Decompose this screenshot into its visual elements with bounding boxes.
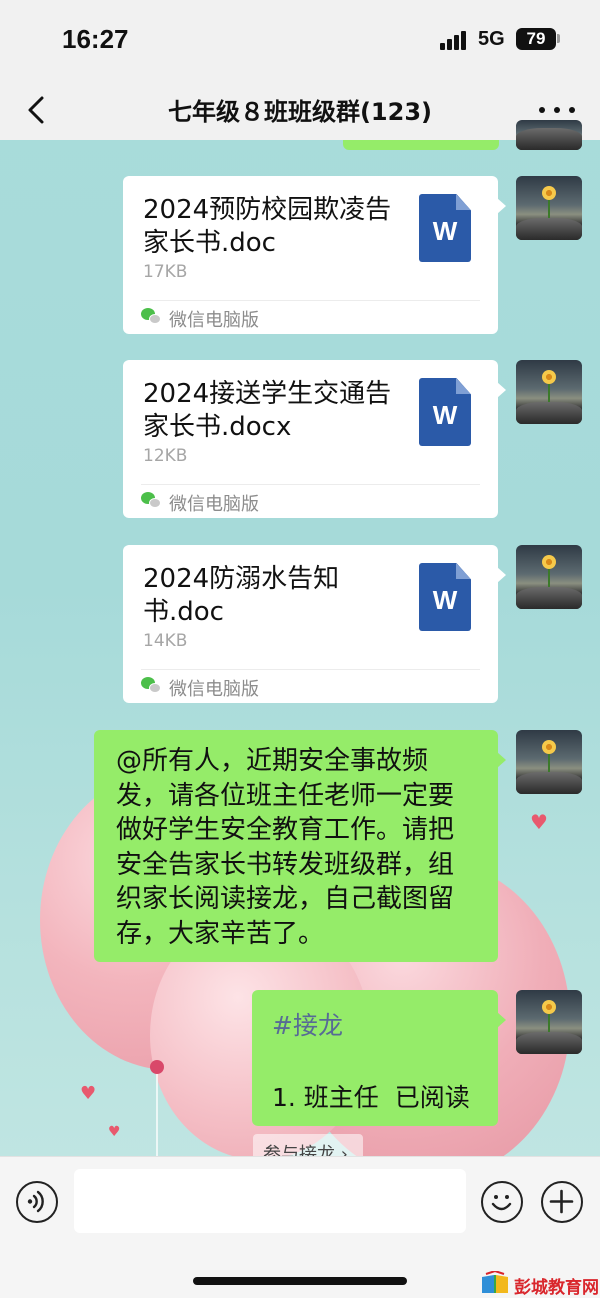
heart-icon: ♥ [530,810,548,834]
chat-header: 七年级８班班级群(123) [0,80,600,140]
avatar[interactable] [516,990,582,1054]
chat-title: 七年级８班班级群(123) [167,98,433,126]
heart-icon: ♥ [108,1124,121,1140]
home-indicator [193,1277,407,1285]
word-file-icon: W [419,563,471,631]
signal-icon [440,30,470,50]
jielong-hashtag[interactable]: #接龙 [272,1006,343,1042]
voice-icon [27,1190,44,1213]
file-source: 微信电脑版 [169,310,259,331]
plus-icon [549,1189,574,1214]
emoji-button[interactable] [481,1181,523,1223]
more-functions-button[interactable] [541,1181,583,1223]
file-name: 2024防溺水告知书.doc [143,564,340,627]
balloon-string [156,1074,158,1160]
word-file-icon: W [419,378,471,446]
status-bar: 16:27 5G 79 [0,0,600,80]
jielong-entry: 1. 班主任 已阅读 [272,1083,470,1112]
file-source: 微信电脑版 [169,679,259,700]
file-size: 14KB [143,631,188,651]
file-message[interactable]: 2024预防校园欺凌告家长书.doc 17KB W 微信电脑版 [123,176,506,334]
divider [141,484,480,485]
previous-message-bubble[interactable] [343,140,499,150]
heart-icon: ♥ [80,1083,97,1104]
network-type: 5G [478,28,505,50]
battery-icon: 79 [516,28,556,50]
jielong-message[interactable]: #接龙 1. 班主任 已阅读 [252,990,506,1126]
battery-tip [557,34,560,43]
avatar[interactable] [516,360,582,424]
avatar[interactable] [516,545,582,609]
file-name: 2024接送学生交通告家长书.docx [143,379,392,442]
message-input[interactable] [74,1169,466,1233]
status-time: 16:27 [62,24,129,54]
balloon-knot [150,1060,164,1074]
divider [141,669,480,670]
file-size: 17KB [143,262,188,282]
avatar[interactable] [516,730,582,794]
divider [141,300,480,301]
text-message[interactable]: @所有人，近期安全事故频发，请各位班主任老师一定要做好学生安全教育工作。请把安全… [94,730,506,962]
file-message[interactable]: 2024接送学生交通告家长书.docx 12KB W 微信电脑版 [123,360,506,518]
book-logo-icon [482,1271,508,1293]
wechat-icon [141,492,161,510]
avatar[interactable] [516,120,582,150]
file-source: 微信电脑版 [169,494,259,515]
input-bar: 彭城教育网 [0,1156,600,1298]
file-size: 12KB [143,446,188,466]
file-name: 2024预防校园欺凌告家长书.doc [143,195,392,258]
wechat-icon [141,677,161,695]
avatar[interactable] [516,176,582,240]
smiley-icon [491,1195,512,1211]
file-message[interactable]: 2024防溺水告知书.doc 14KB W 微信电脑版 [123,545,506,703]
wechat-icon [141,308,161,326]
word-file-icon: W [419,194,471,262]
voice-input-button[interactable] [16,1181,58,1223]
